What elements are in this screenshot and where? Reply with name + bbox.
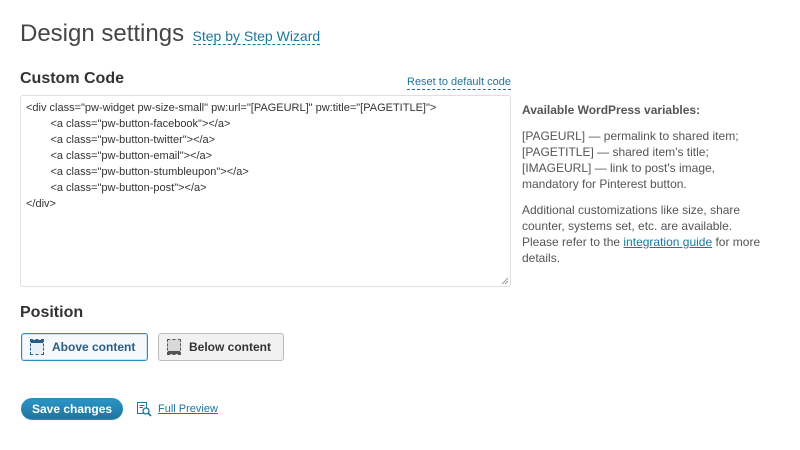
below-content-button[interactable]: Below content <box>158 333 284 361</box>
help-heading: Available WordPress variables: <box>522 103 701 117</box>
help-panel: Available WordPress variables: [PAGEURL]… <box>522 102 762 276</box>
wizard-link[interactable]: Step by Step Wizard <box>192 28 321 45</box>
custom-code-textarea[interactable]: <div class="pw-widget pw-size-small" pw:… <box>20 95 511 287</box>
custom-code-title: Custom Code <box>20 70 124 87</box>
full-preview[interactable]: Full Preview <box>136 401 218 417</box>
below-content-label: Below content <box>189 340 272 354</box>
reset-default-code-link[interactable]: Reset to default code <box>407 76 511 90</box>
page-heading: Design settings Step by Step Wizard <box>20 20 321 48</box>
position-title: Position <box>20 304 84 321</box>
layout-bottom-icon <box>167 339 181 355</box>
layout-top-icon <box>30 339 44 355</box>
help-additional-text: Additional customizations like size, sha… <box>522 202 762 266</box>
full-preview-link[interactable]: Full Preview <box>158 403 218 415</box>
resize-grip-icon[interactable] <box>501 277 509 285</box>
above-content-button[interactable]: Above content <box>21 333 148 361</box>
save-changes-button[interactable]: Save changes <box>21 398 124 420</box>
above-content-label: Above content <box>52 340 136 354</box>
preview-magnifier-icon[interactable] <box>136 401 152 417</box>
integration-guide-link[interactable]: integration guide <box>623 235 712 249</box>
page-title: Design settings <box>20 20 185 47</box>
help-variables-text: [PAGEURL] — permalink to shared item; [P… <box>522 129 739 191</box>
